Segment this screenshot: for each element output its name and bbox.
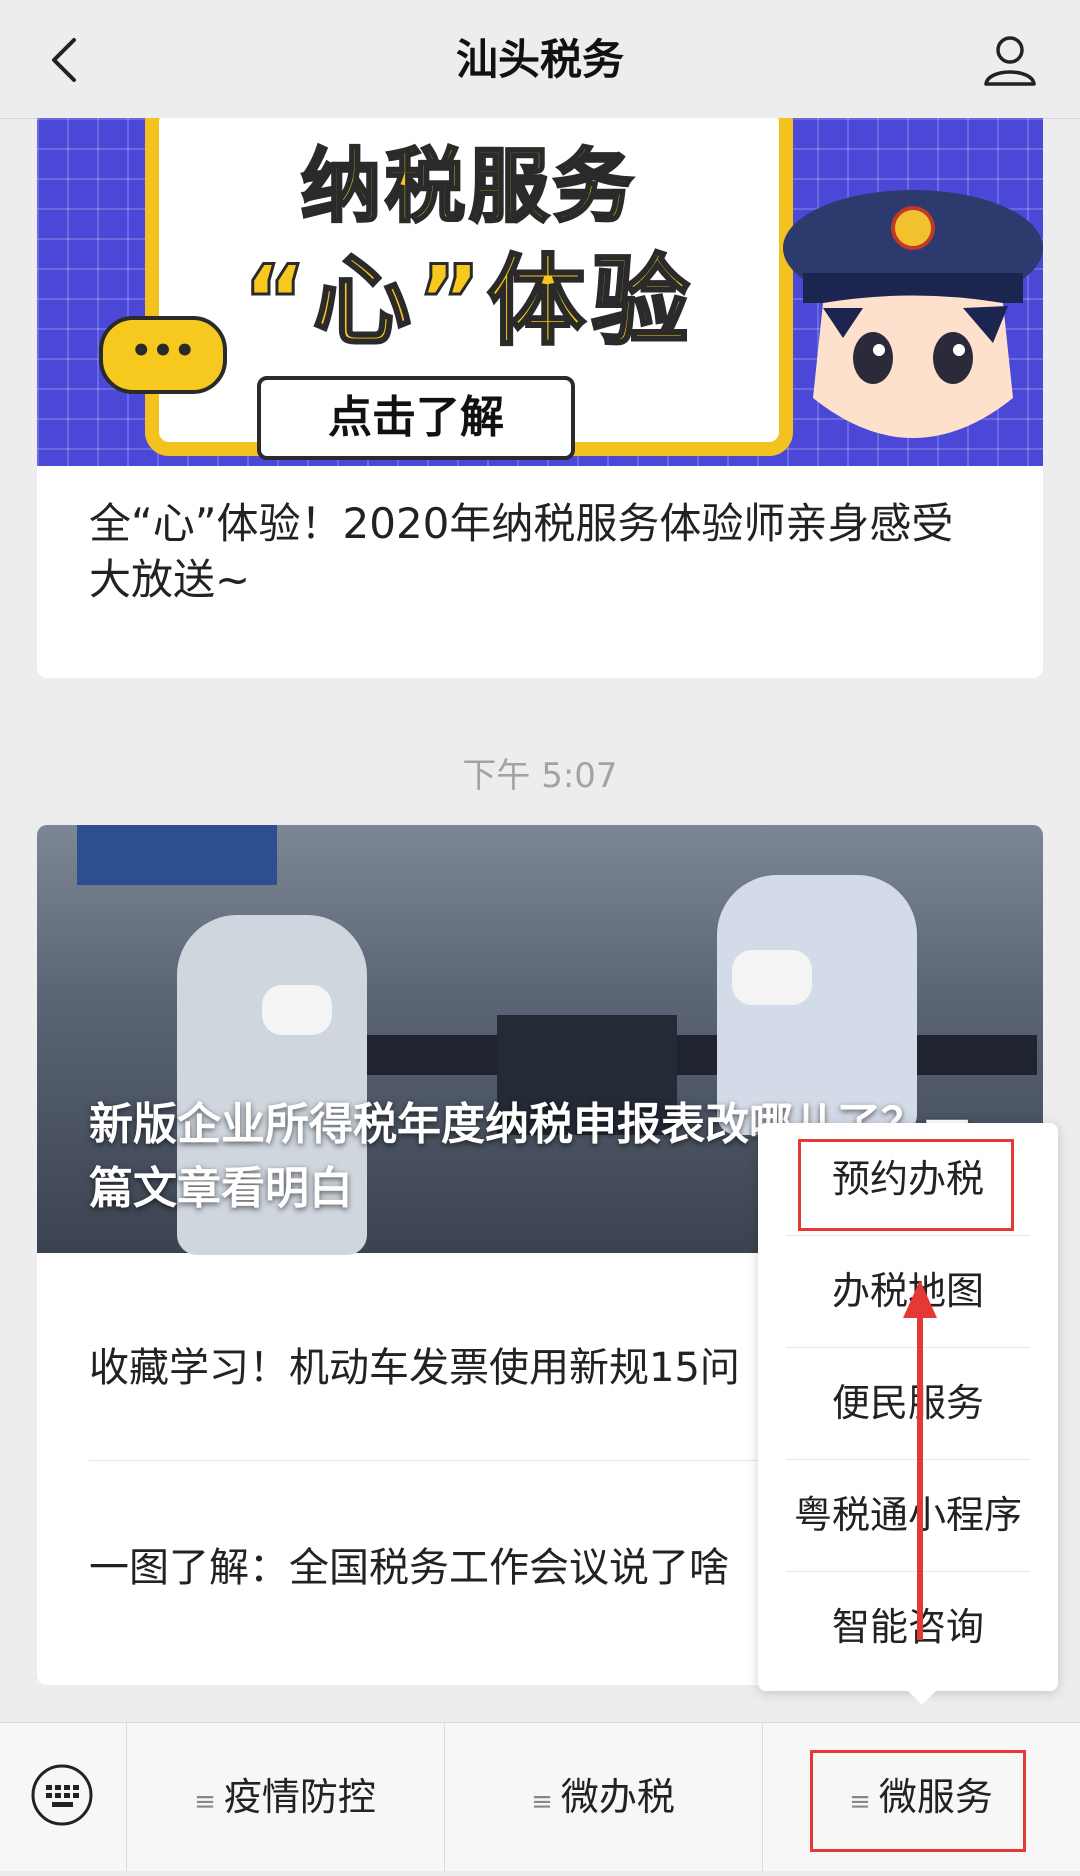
menu-list-icon: ≡ bbox=[531, 1787, 553, 1817]
article-title[interactable]: 全“心”体验！2020年纳税服务体验师亲身感受大放送~ bbox=[89, 496, 989, 608]
highlight-box-micro-service bbox=[810, 1750, 1026, 1852]
banner-cta-label: 点击了解 bbox=[257, 376, 575, 460]
menu-item-micro-tax[interactable]: ≡ 微办税 bbox=[444, 1723, 762, 1871]
highlight-box-appointment bbox=[798, 1139, 1014, 1231]
nav-header: 汕头税务 bbox=[0, 0, 1080, 119]
menu-list-icon: ≡ bbox=[194, 1787, 216, 1817]
tax-officer-mascot-icon bbox=[783, 190, 1043, 438]
photo-desk bbox=[337, 1035, 1037, 1075]
message-timestamp: 下午 5:07 bbox=[462, 756, 618, 796]
menu-item-label: 疫情防控 bbox=[223, 1775, 376, 1819]
page-title: 汕头税务 bbox=[455, 35, 624, 84]
article-banner-image[interactable]: 纳税服务 “心”体验 ••• 点击了解 bbox=[37, 118, 1043, 466]
menu-item-label: 微办税 bbox=[560, 1775, 675, 1819]
photo-mask-right bbox=[732, 950, 812, 1005]
article-card-featured[interactable]: 纳税服务 “心”体验 ••• 点击了解 全“心”体验！2020年纳税服务体验师亲… bbox=[37, 118, 1043, 678]
banner-heading: 纳税服务 bbox=[300, 139, 637, 235]
speech-bubble-icon: ••• bbox=[99, 316, 227, 394]
photo-mask-left bbox=[262, 985, 332, 1035]
popup-pointer bbox=[908, 1691, 936, 1705]
banner-subheading: “心”体验 bbox=[241, 244, 696, 361]
menu-item-epidemic[interactable]: ≡ 疫情防控 bbox=[126, 1723, 444, 1871]
profile-icon[interactable] bbox=[980, 30, 1040, 90]
photo-wall-sign bbox=[77, 825, 277, 885]
keyboard-icon[interactable] bbox=[30, 1763, 94, 1827]
red-arrow-annotation-icon bbox=[903, 1280, 937, 1640]
